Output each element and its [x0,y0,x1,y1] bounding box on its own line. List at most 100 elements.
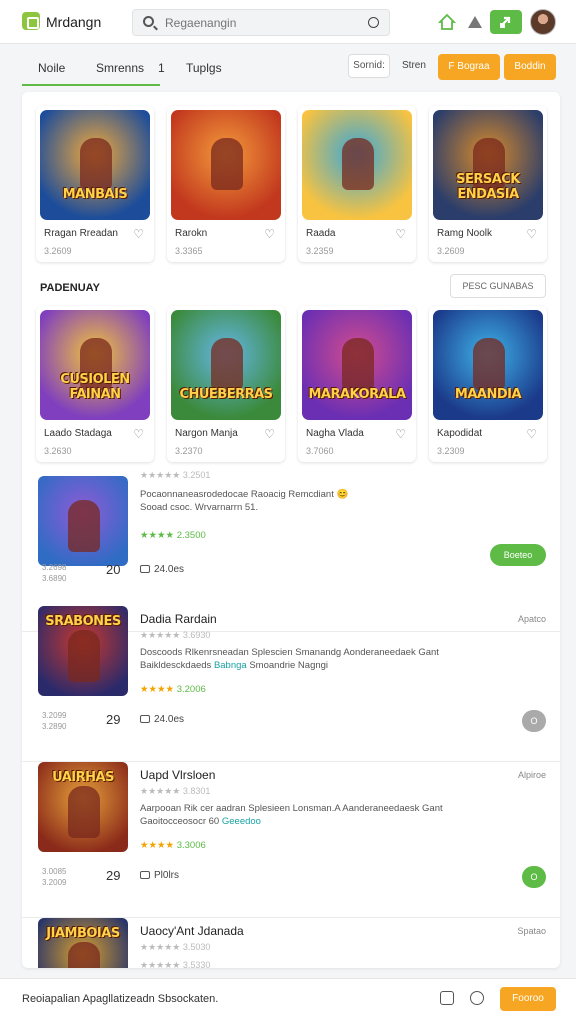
character-figure [68,500,100,552]
app-count: 3.2309 [437,446,465,456]
rating-value: 3.3006 [176,840,206,851]
app-thumbnail[interactable]: MAANDIA [433,310,543,420]
app-thumbnail[interactable]: CUSIOLEN FAINAN [40,310,150,420]
list-action-button[interactable]: O [522,866,546,888]
list-item[interactable]: SRABONES Dadia Rardain Apatco ★★★★★ 3.6930 D… [22,606,560,762]
app-name: Ramg Noolk [437,228,493,239]
comments-count[interactable]: Pl0lrs [140,870,179,881]
character-figure [342,138,374,190]
store-icon[interactable] [466,13,484,31]
grid-icon[interactable] [440,991,454,1005]
list-number: 29 [106,868,121,883]
app-count: 3.7060 [306,446,334,456]
heart-icon[interactable]: ♡ [526,227,537,241]
comment-icon [140,871,150,879]
app-name: Raada [306,228,336,239]
app-card[interactable]: MAANDIA Kapodidat ♡ 3.2309 [429,306,547,462]
character-figure [68,630,100,682]
search-input[interactable] [165,15,355,31]
avatar[interactable] [530,9,556,35]
thumbnail-title: MANBAIS [62,187,128,202]
sort-value[interactable]: Stren [402,60,426,71]
comment-icon [140,715,150,723]
app-card[interactable]: CUSIOLEN FAINAN Laado Stadaga ♡ 3.2630 [36,306,154,462]
share-button[interactable] [490,10,522,34]
app-card[interactable]: Rarokn ♡ 3.3365 [167,106,285,262]
heart-icon[interactable]: ♡ [526,427,537,441]
list-item[interactable]: UAIRHAS Uapd Vlrsloen Alpiroe ★★★★★ 3.8301 A… [22,762,560,918]
tab-smrenns[interactable]: Smrenns [96,61,144,75]
app-count: 3.2609 [44,246,72,256]
comments-text: 24.0es [154,714,185,725]
list-date: Spatao [517,926,546,936]
app-thumbnail[interactable]: MANBAIS [40,110,150,220]
search-icon [143,16,154,27]
app-card[interactable]: MANBAIS Rragan Rreadan ♡ 3.2609 [36,106,154,262]
list-title: Dadia Rardain [140,612,217,626]
app-name: Nagha Vlada [306,428,364,439]
list-thumbnail[interactable]: JIAMBOIAS [38,918,128,968]
character-figure [68,786,100,838]
app-logo-icon[interactable] [22,12,40,30]
app-count: 3.2609 [437,246,465,256]
list-thumbnail[interactable]: SRABONES [38,606,128,696]
search-bar[interactable] [132,9,390,36]
home-icon[interactable] [438,13,456,31]
heart-icon[interactable]: ♡ [264,427,275,441]
app-thumbnail[interactable]: SERSACK ENDASIA [433,110,543,220]
list-thumbnail[interactable]: UAIRHAS [38,762,128,852]
list-action-button[interactable]: O [522,710,546,732]
description-line: Gaoitocceosocr 60 Geeedoo [140,815,520,828]
rating-stars-secondary: ★★★★★ 3.5330 [140,960,211,968]
chat-icon[interactable] [470,991,484,1005]
tab-tuplgs[interactable]: Tuplgs [186,61,222,75]
heart-icon[interactable]: ♡ [395,227,406,241]
list-thumbnail[interactable] [38,476,128,566]
heart-icon[interactable]: ♡ [264,227,275,241]
sort-dropdown[interactable]: Sornid: [348,54,390,78]
app-thumbnail[interactable] [171,110,281,220]
size-value: 3.2890 [42,722,67,731]
app-card[interactable]: SERSACK ENDASIA Ramg Noolk ♡ 3.2609 [429,106,547,262]
heart-icon[interactable]: ♡ [395,427,406,441]
thumbnail-title: CHUEBERRAS [179,387,273,402]
rating-stars: ★★★★ [140,840,175,851]
secondary-action-button[interactable]: Boddin [504,54,556,80]
character-figure [211,338,243,390]
tab-one[interactable]: 1 [158,61,165,75]
list-action-button[interactable]: Boeteo [490,544,546,566]
rating-stars: ★★★★★ 3.6930 [140,630,211,640]
description-line: Doscoods Rlkenrsneadan Splescien Smanand… [140,647,439,658]
comments-count[interactable]: 24.0es [140,714,184,725]
main-panel: MANBAIS Rragan Rreadan ♡ 3.2609 Rarokn ♡ 3.336… [22,92,560,968]
app-card[interactable]: MARAKORALA Nagha Vlada ♡ 3.7060 [298,306,416,462]
rating-value: 3.2006 [176,684,206,695]
app-brand: Mrdangn [46,14,102,30]
heart-icon[interactable]: ♡ [133,427,144,441]
app-thumbnail[interactable]: CHUEBERRAS [171,310,281,420]
list-title: Uapd Vlrsloen [140,768,216,782]
list-item[interactable]: JIAMBOIAS Uaocy'Ant Jdanada Spatao ★★★★★ 3.… [22,918,560,968]
comments-text: Pl0lrs [154,870,180,881]
description-text: Sooad csoc. Wrvarnarrn 51. [140,502,259,513]
comments-text: 24.0es [154,564,185,575]
app-thumbnail[interactable] [302,110,412,220]
section-more-button[interactable]: PESC GUNABAS [450,274,546,298]
description-line: Aarpooan Rik cer aadran Splesieen Lonsma… [140,803,443,814]
app-name: Rarokn [175,228,208,239]
thumbnail-title: JIAMBOIAS [46,926,120,941]
description-highlight: Babnga [213,660,247,671]
size-value: 3.2099 [42,711,67,720]
voice-icon[interactable] [368,17,379,28]
footer-button[interactable]: Fooroo [500,987,556,1011]
app-card[interactable]: CHUEBERRAS Nargon Manja ♡ 3.2370 [167,306,285,462]
list-description: Doscoods Rlkenrsneadan Splescien Smanand… [140,646,520,672]
character-figure [342,338,374,390]
app-name: Nargon Manja [175,428,238,439]
primary-action-button[interactable]: F Bograa [438,54,500,80]
comments-count[interactable]: 24.0es [140,564,184,575]
app-card[interactable]: Raada ♡ 3.2359 [298,106,416,262]
tab-noile[interactable]: Noile [38,61,65,75]
app-thumbnail[interactable]: MARAKORALA [302,310,412,420]
heart-icon[interactable]: ♡ [133,227,144,241]
